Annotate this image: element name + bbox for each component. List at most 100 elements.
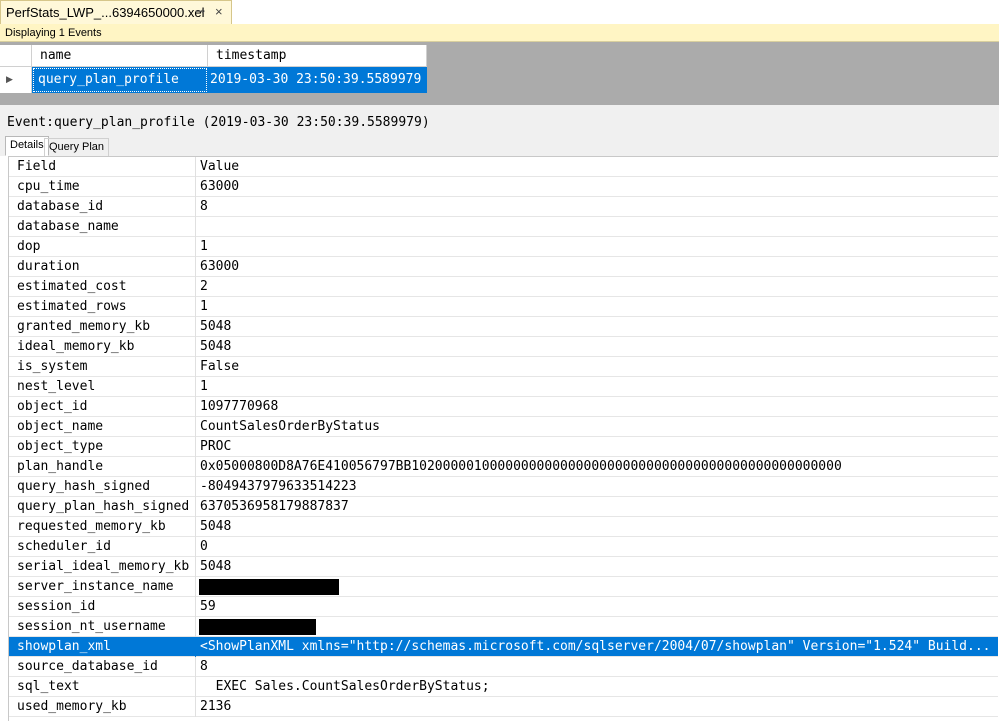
- column-separator: [195, 657, 196, 677]
- details-grid: Field Value cpu_time 63000 database_id 8 dat…: [8, 156, 998, 721]
- detail-row-session-id[interactable]: session_id 59: [9, 597, 998, 617]
- detail-field-name: ideal_memory_kb: [17, 339, 135, 354]
- detail-field-name: cpu_time: [17, 179, 80, 194]
- detail-field-name: object_type: [17, 439, 104, 454]
- document-tab-strip: PerfStats_LWP_...6394650000.xel ⊸ ×: [0, 0, 999, 25]
- detail-field-name: sql_text: [17, 679, 80, 694]
- row-header[interactable]: ▶: [0, 67, 32, 93]
- detail-row-used-memory-kb[interactable]: used_memory_kb 2136: [9, 697, 998, 717]
- column-separator: [195, 377, 196, 397]
- pin-icon[interactable]: ⊸: [195, 4, 205, 18]
- document-tab[interactable]: PerfStats_LWP_...6394650000.xel ⊸ ×: [0, 0, 232, 24]
- column-separator: [195, 497, 196, 517]
- detail-row-duration[interactable]: duration 63000: [9, 257, 998, 277]
- column-separator: [195, 637, 196, 657]
- cell-event-timestamp[interactable]: 2019-03-30 23:50:39.5589979: [210, 67, 421, 93]
- redacted-value: [199, 579, 339, 595]
- column-separator: [195, 217, 196, 237]
- close-icon[interactable]: ×: [215, 4, 223, 19]
- column-separator: [195, 197, 196, 217]
- column-separator: [195, 277, 196, 297]
- column-separator: [195, 617, 196, 637]
- detail-field-name: used_memory_kb: [17, 699, 127, 714]
- detail-row-cpu-time[interactable]: cpu_time 63000: [9, 177, 998, 197]
- detail-row-source-database-id[interactable]: source_database_id 8: [9, 657, 998, 677]
- detail-field-value: 6370536958179887837: [200, 499, 349, 514]
- detail-row-serial-ideal-memory-kb[interactable]: serial_ideal_memory_kb 5048: [9, 557, 998, 577]
- detail-row-requested-memory-kb[interactable]: requested_memory_kb 5048: [9, 517, 998, 537]
- detail-row-sql-text[interactable]: sql_text EXEC Sales.CountSalesOrderBySta…: [9, 677, 998, 697]
- detail-row-object-id[interactable]: object_id 1097770968: [9, 397, 998, 417]
- detail-field-name: database_name: [17, 219, 119, 234]
- detail-field-name: session_nt_username: [17, 619, 166, 634]
- detail-field-value: EXEC Sales.CountSalesOrderByStatus;: [200, 679, 490, 694]
- column-separator: [195, 157, 196, 177]
- detail-field-name: estimated_rows: [17, 299, 127, 314]
- column-header-field[interactable]: Field: [17, 159, 56, 174]
- detail-field-value: 1: [200, 379, 208, 394]
- detail-field-value: 2: [200, 279, 208, 294]
- column-separator: [195, 537, 196, 557]
- detail-row-object-name[interactable]: object_name CountSalesOrderByStatus: [9, 417, 998, 437]
- column-separator: [195, 317, 196, 337]
- column-separator: [195, 297, 196, 317]
- detail-field-value: CountSalesOrderByStatus: [200, 419, 381, 434]
- detail-row-server-instance-name[interactable]: server_instance_name: [9, 577, 998, 597]
- detail-field-name: database_id: [17, 199, 104, 214]
- detail-row-showplan-xml[interactable]: showplan_xml <ShowPlanXML xmlns="http://s…: [9, 637, 998, 657]
- event-grid-area: name timestamp ▶ query_plan_profile 2019…: [0, 42, 999, 105]
- detail-row-database-id[interactable]: database_id 8: [9, 197, 998, 217]
- cell-event-name[interactable]: query_plan_profile: [33, 68, 207, 92]
- detail-field-name: nest_level: [17, 379, 96, 394]
- detail-field-name: granted_memory_kb: [17, 319, 151, 334]
- detail-field-name: session_id: [17, 599, 96, 614]
- detail-field-value: 8: [200, 199, 208, 214]
- detail-row-plan-handle[interactable]: plan_handle 0x05000800D8A76E410056797BB10…: [9, 457, 998, 477]
- column-separator: [195, 577, 196, 597]
- detail-row-granted-memory-kb[interactable]: granted_memory_kb 5048: [9, 317, 998, 337]
- column-separator: [195, 417, 196, 437]
- detail-field-name: serial_ideal_memory_kb: [17, 559, 190, 574]
- detail-row-ideal-memory-kb[interactable]: ideal_memory_kb 5048: [9, 337, 998, 357]
- detail-field-name: plan_handle: [17, 459, 104, 474]
- detail-row-query-hash-signed[interactable]: query_hash_signed -8049437979633514223: [9, 477, 998, 497]
- column-header-name[interactable]: name: [32, 45, 208, 67]
- events-count-text: Displaying 1 Events: [5, 27, 102, 39]
- detail-row-session-nt-username[interactable]: session_nt_username: [9, 617, 998, 637]
- tab-query-plan[interactable]: Query Plan: [44, 138, 110, 156]
- detail-field-name: query_plan_hash_signed: [17, 499, 190, 514]
- column-header-value[interactable]: Value: [200, 159, 239, 174]
- column-separator: [195, 437, 196, 457]
- detail-field-value: 63000: [200, 259, 240, 274]
- column-separator: [195, 337, 196, 357]
- detail-field-name: showplan_xml: [17, 639, 111, 654]
- detail-row-dop[interactable]: dop 1: [9, 237, 998, 257]
- tab-details[interactable]: Details: [5, 136, 49, 156]
- detail-field-value: False: [200, 359, 240, 374]
- detail-row-estimated-cost[interactable]: estimated_cost 2: [9, 277, 998, 297]
- detail-row-is-system[interactable]: is_system False: [9, 357, 998, 377]
- detail-field-name: query_hash_signed: [17, 479, 151, 494]
- column-separator: [195, 237, 196, 257]
- detail-row-database-name[interactable]: database_name: [9, 217, 998, 237]
- column-header-timestamp[interactable]: timestamp: [208, 45, 427, 67]
- details-title: Event:query_plan_profile (2019-03-30 23:…: [7, 115, 430, 130]
- detail-field-value: 63000: [200, 179, 240, 194]
- column-separator: [195, 477, 196, 497]
- detail-field-value: -8049437979633514223: [200, 479, 357, 494]
- column-separator: [195, 677, 196, 697]
- detail-row-estimated-rows[interactable]: estimated_rows 1: [9, 297, 998, 317]
- redacted-value: [199, 619, 316, 635]
- column-separator: [195, 257, 196, 277]
- detail-row-object-type[interactable]: object_type PROC: [9, 437, 998, 457]
- column-separator: [195, 357, 196, 377]
- detail-field-name: duration: [17, 259, 80, 274]
- detail-row-scheduler-id[interactable]: scheduler_id 0: [9, 537, 998, 557]
- detail-row-nest-level[interactable]: nest_level 1: [9, 377, 998, 397]
- detail-row-query-plan-hash-signed[interactable]: query_plan_hash_signed 637053695817988783…: [9, 497, 998, 517]
- detail-field-value: 5048: [200, 319, 232, 334]
- detail-field-value: 0: [200, 539, 208, 554]
- detail-field-value: 2136: [200, 699, 232, 714]
- table-row[interactable]: query_plan_profile 2019-03-30 23:50:39.5…: [32, 67, 427, 93]
- event-grid: name timestamp ▶ query_plan_profile 2019…: [0, 45, 427, 93]
